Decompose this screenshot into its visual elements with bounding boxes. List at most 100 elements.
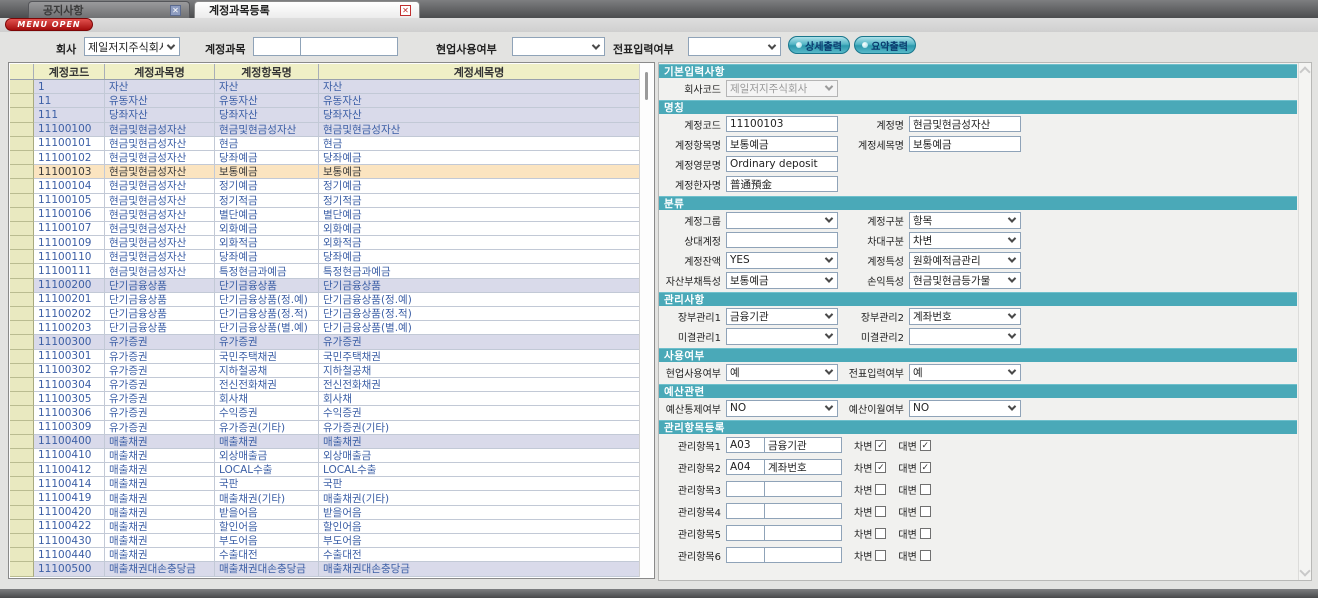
table-row[interactable]: 11100104현금및현금성자산정기예금정기예금 (10, 179, 639, 193)
row-selector[interactable] (10, 194, 34, 208)
table-row[interactable]: 11100420매출채권받을어음받을어음 (10, 506, 639, 520)
scrollbar-thumb[interactable] (645, 72, 648, 100)
account-char-select[interactable]: 원화예적금관리 (909, 252, 1021, 269)
panel-slip-input-select[interactable]: 예 (909, 364, 1021, 381)
account-group-select[interactable] (726, 212, 838, 229)
row-selector[interactable] (10, 548, 34, 562)
table-row[interactable]: 11100110현금및현금성자산당좌예금당좌예금 (10, 250, 639, 264)
table-row[interactable]: 11100106현금및현금성자산별단예금별단예금 (10, 208, 639, 222)
credit-checkbox[interactable]: ✓ (920, 462, 931, 473)
summary-print-button[interactable]: 요약출력 (854, 36, 916, 54)
row-selector[interactable] (10, 534, 34, 548)
account-name-field[interactable] (909, 116, 1021, 132)
budget-control-select[interactable]: NO (726, 400, 838, 417)
row-selector[interactable] (10, 335, 34, 349)
table-row[interactable]: 11100203단기금융상품단기금융상품(별.예)단기금융상품(별.예) (10, 321, 639, 335)
account-balance-select[interactable]: YES (726, 252, 838, 269)
account-item-field[interactable] (726, 136, 838, 152)
row-selector[interactable] (10, 222, 34, 236)
table-row[interactable]: 11100440매출채권수출대전수출대전 (10, 548, 639, 562)
table-row[interactable]: 11100202단기금융상품단기금융상품(정.적)단기금융상품(정.적) (10, 307, 639, 321)
mgmt-item-code-field[interactable] (726, 547, 764, 563)
table-row[interactable]: 11100422매출채권할인어음할인어음 (10, 520, 639, 534)
debit-checkbox[interactable]: ✓ (875, 462, 886, 473)
table-row[interactable]: 11100201단기금융상품단기금융상품(정.예)단기금융상품(정.예) (10, 293, 639, 307)
dc-div-select[interactable]: 차변 (909, 232, 1021, 249)
account-hanja-field[interactable] (726, 176, 838, 192)
open-mgmt2-select[interactable] (909, 328, 1021, 345)
mgmt-item-code-field[interactable] (726, 437, 764, 453)
slip-input-select[interactable] (688, 37, 781, 56)
table-row[interactable]: 11유동자산유동자산유동자산 (10, 94, 639, 108)
debit-checkbox[interactable] (875, 528, 886, 539)
table-row[interactable]: 11100300유가증권유가증권유가증권 (10, 335, 639, 349)
row-selector[interactable] (10, 520, 34, 534)
table-row[interactable]: 11100400매출채권매출채권매출채권 (10, 435, 639, 449)
mgmt-item-name-field[interactable] (764, 459, 842, 475)
table-row[interactable]: 11100301유가증권국민주택채권국민주택채권 (10, 350, 639, 364)
row-selector[interactable] (10, 406, 34, 420)
mgmt-item-code-field[interactable] (726, 525, 764, 541)
row-selector[interactable] (10, 80, 34, 94)
table-row[interactable]: 11100100현금및현금성자산현금및현금성자산현금및현금성자산 (10, 123, 639, 137)
grid-scrollbar[interactable] (639, 64, 653, 577)
book-mgmt2-select[interactable]: 계좌번호 (909, 308, 1021, 325)
table-row[interactable]: 11100430매출채권부도어음부도어음 (10, 534, 639, 548)
account-code-field[interactable] (726, 116, 838, 132)
menu-open-button[interactable]: MENU OPEN (5, 18, 93, 31)
row-selector[interactable] (10, 435, 34, 449)
credit-checkbox[interactable]: ✓ (920, 440, 931, 451)
table-row[interactable]: 11100410매출채권외상매출금외상매출금 (10, 449, 639, 463)
row-selector[interactable] (10, 151, 34, 165)
field-use-select[interactable] (512, 37, 605, 56)
scroll-up-icon[interactable] (1299, 66, 1310, 77)
debit-checkbox[interactable]: ✓ (875, 440, 886, 451)
debit-checkbox[interactable] (875, 484, 886, 495)
row-selector[interactable] (10, 279, 34, 293)
row-selector[interactable] (10, 307, 34, 321)
budget-carryover-select[interactable]: NO (909, 400, 1021, 417)
table-row[interactable]: 11100412매출채권LOCAL수출LOCAL수출 (10, 463, 639, 477)
row-selector[interactable] (10, 562, 34, 576)
counter-account-field[interactable] (726, 232, 838, 248)
table-row[interactable]: 11100309유가증권유가증권(기타)유가증권(기타) (10, 421, 639, 435)
table-row[interactable]: 1자산자산자산 (10, 80, 639, 94)
row-selector[interactable] (10, 421, 34, 435)
table-row[interactable]: 11100419매출채권매출채권(기타)매출채권(기타) (10, 491, 639, 505)
row-selector[interactable] (10, 392, 34, 406)
row-selector[interactable] (10, 449, 34, 463)
table-row[interactable]: 11100105현금및현금성자산정기적금정기적금 (10, 194, 639, 208)
mgmt-item-name-field[interactable] (764, 481, 842, 497)
row-selector[interactable] (10, 179, 34, 193)
account-name-input[interactable] (300, 37, 398, 56)
row-selector[interactable] (10, 165, 34, 179)
tab-account-register[interactable]: 계정과목등록 ✕ (194, 1, 420, 18)
row-selector[interactable] (10, 491, 34, 505)
row-selector[interactable] (10, 378, 34, 392)
row-selector[interactable] (10, 250, 34, 264)
table-row[interactable]: 111당좌자산당좌자산당좌자산 (10, 108, 639, 122)
panel-scrollbar[interactable] (1298, 63, 1311, 580)
table-row[interactable]: 11100414매출채권국판국판 (10, 477, 639, 491)
row-selector[interactable] (10, 123, 34, 137)
table-row[interactable]: 11100305유가증권회사채회사채 (10, 392, 639, 406)
table-row[interactable]: 11100306유가증권수익증권수익증권 (10, 406, 639, 420)
table-row[interactable]: 11100102현금및현금성자산당좌예금당좌예금 (10, 151, 639, 165)
pl-char-select[interactable]: 현금및현금등가물 (909, 272, 1021, 289)
mgmt-item-code-field[interactable] (726, 459, 764, 475)
close-icon[interactable]: ✕ (170, 5, 181, 16)
credit-checkbox[interactable] (920, 550, 931, 561)
mgmt-item-name-field[interactable] (764, 547, 842, 563)
row-selector[interactable] (10, 108, 34, 122)
tab-notice[interactable]: 공지사항 ✕ (28, 1, 190, 18)
asset-char-select[interactable]: 보통예금 (726, 272, 838, 289)
account-eng-field[interactable] (726, 156, 838, 172)
row-selector[interactable] (10, 350, 34, 364)
row-selector[interactable] (10, 506, 34, 520)
row-selector[interactable] (10, 364, 34, 378)
debit-checkbox[interactable] (875, 506, 886, 517)
credit-checkbox[interactable] (920, 506, 931, 517)
scroll-down-icon[interactable] (1299, 565, 1310, 576)
mgmt-item-code-field[interactable] (726, 503, 764, 519)
row-selector[interactable] (10, 463, 34, 477)
